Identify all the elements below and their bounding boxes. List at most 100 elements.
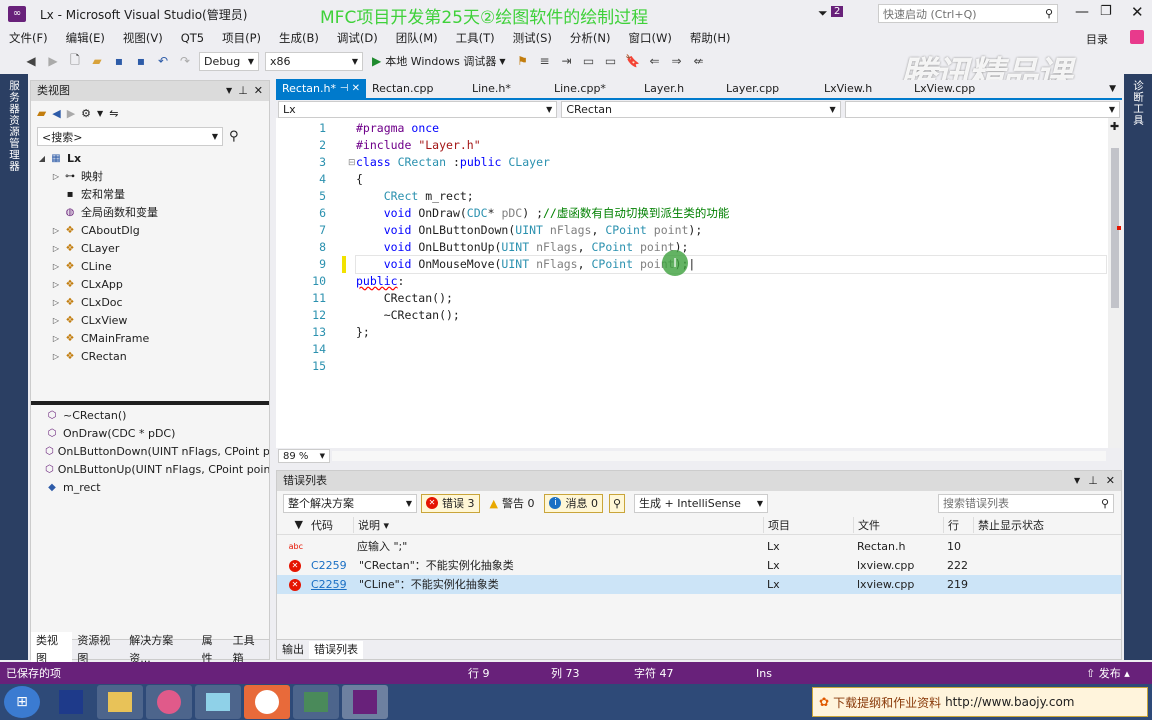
- tree-item[interactable]: ▷ ❖ CLxApp: [35, 276, 269, 294]
- start-button[interactable]: ⊞: [4, 686, 40, 718]
- new-folder-icon[interactable]: ▰: [37, 106, 46, 120]
- tree-item[interactable]: ▷ ❖ CMainFrame: [35, 330, 269, 348]
- close-button[interactable]: ✕: [1131, 3, 1144, 21]
- redo-icon[interactable]: ↷: [176, 51, 194, 71]
- menu-help[interactable]: 帮助(H): [681, 28, 740, 48]
- zoom-select[interactable]: 89 % ▼: [278, 449, 330, 463]
- tab-layer-h[interactable]: Layer.h: [638, 79, 720, 99]
- save-icon[interactable]: ▪: [110, 51, 128, 71]
- menu-team[interactable]: 团队(M): [387, 28, 447, 48]
- bookmark-clear-icon[interactable]: ⇍: [690, 51, 708, 71]
- new-project-icon[interactable]: 🗋: [66, 51, 84, 71]
- expand-icon[interactable]: ▷: [49, 348, 63, 366]
- expand-icon[interactable]: ▷: [49, 240, 63, 258]
- code-editor[interactable]: 1 2 3 4 5 6 7 8 9 10 11 12 13 14 15 ⊟ #p…: [276, 118, 1122, 464]
- expand-icon[interactable]: ▷: [49, 330, 63, 348]
- pin-icon[interactable]: ⊥: [238, 81, 248, 101]
- column-code[interactable]: 代码: [307, 517, 353, 533]
- column-line[interactable]: 行: [943, 516, 973, 533]
- open-icon[interactable]: ▰: [88, 51, 106, 71]
- comment-icon[interactable]: ▭: [580, 51, 598, 71]
- tab-error-list[interactable]: 错误列表: [309, 640, 363, 659]
- diagnostic-tools-tab[interactable]: 诊断工具: [1131, 80, 1146, 126]
- error-code-link[interactable]: C2259: [307, 575, 353, 594]
- taskbar-app-icon[interactable]: [48, 685, 94, 719]
- menu-file[interactable]: 文件(F): [0, 28, 57, 48]
- save-all-icon[interactable]: ▪: [132, 51, 150, 71]
- feedback-icon[interactable]: [1130, 30, 1144, 44]
- notification-badge[interactable]: 2: [831, 6, 844, 17]
- column-file[interactable]: 文件: [853, 516, 943, 533]
- server-explorer-tab[interactable]: 服务器资源管理器: [7, 80, 22, 172]
- filter-icon[interactable]: ⏷: [818, 6, 828, 21]
- code-area[interactable]: #pragma once #include "Layer.h" class CR…: [355, 120, 1107, 341]
- menu-edit[interactable]: 编辑(E): [57, 28, 114, 48]
- column-desc[interactable]: 说明 ▾: [353, 516, 763, 533]
- menu-test[interactable]: 测试(S): [504, 28, 561, 48]
- expand-icon[interactable]: ▷: [49, 222, 63, 240]
- menu-tools[interactable]: 工具(T): [447, 28, 504, 48]
- error-row-selected[interactable]: ✕ C2259 "CLine"：不能实例化抽象类 Lx lxview.cpp 2…: [277, 575, 1121, 594]
- minimize-button[interactable]: —: [1075, 4, 1089, 20]
- class-search-input[interactable]: <搜索> ▼: [37, 127, 223, 146]
- menu-debug[interactable]: 调试(D): [328, 28, 387, 48]
- pin-icon[interactable]: ⊣ ✕: [340, 79, 360, 99]
- outline-icon[interactable]: ≡: [536, 51, 554, 71]
- column-suppress[interactable]: 禁止显示状态: [973, 516, 1121, 533]
- tab-rectan-cpp[interactable]: Rectan.cpp: [366, 79, 466, 99]
- back-icon[interactable]: ◀: [22, 51, 40, 71]
- error-code-link[interactable]: C2259: [307, 556, 353, 575]
- error-row[interactable]: ✕ C2259 "CRectan"：不能实例化抽象类 Lx lxview.cpp…: [277, 556, 1121, 575]
- forward-icon[interactable]: ▶: [67, 107, 75, 120]
- tree-item[interactable]: ▪ 宏和常量: [35, 186, 269, 204]
- member-nav-select[interactable]: ▼: [844, 100, 1120, 118]
- tab-overflow-icon[interactable]: ▼: [1109, 84, 1122, 94]
- member-item[interactable]: ⬡ ~CRectan(): [31, 407, 269, 425]
- menu-analyze[interactable]: 分析(N): [561, 28, 620, 48]
- menu-qt5[interactable]: QT5: [172, 28, 213, 48]
- tree-item[interactable]: ▷ ❖ CLine: [35, 258, 269, 276]
- pin-icon[interactable]: ⊥: [1088, 471, 1098, 491]
- tab-line-cpp[interactable]: Line.cpp*: [548, 79, 638, 99]
- filter-icon[interactable]: ⚲: [608, 493, 626, 513]
- config-select[interactable]: Debug ▼: [199, 51, 259, 71]
- close-icon[interactable]: ✕: [254, 81, 263, 101]
- taskbar-vs-icon[interactable]: [342, 685, 388, 719]
- scope-select[interactable]: 整个解决方案 ▼: [283, 493, 417, 513]
- menu-window[interactable]: 窗口(W): [619, 28, 680, 48]
- column-project[interactable]: 项目: [763, 516, 853, 533]
- member-item[interactable]: ⬡OnLButtonDown(UINT nFlags, CPoint point…: [31, 443, 269, 461]
- tab-line-h[interactable]: Line.h*: [466, 79, 548, 99]
- splitter[interactable]: [31, 401, 269, 405]
- member-item[interactable]: ⬡ OnLButtonUp(UINT nFlags, CPoint point): [31, 461, 269, 479]
- error-row[interactable]: abc 应输入 ";" Lx Rectan.h 10: [277, 537, 1121, 556]
- tree-item[interactable]: ▷ ❖ CAboutDlg: [35, 222, 269, 240]
- close-icon[interactable]: ✕: [1106, 471, 1115, 491]
- tab-output[interactable]: 输出: [277, 641, 309, 659]
- search-icon[interactable]: ⚲: [1045, 7, 1053, 20]
- menu-view[interactable]: 视图(V): [114, 28, 172, 48]
- dropdown-icon[interactable]: ▼: [1074, 471, 1080, 491]
- bookmark-prev-icon[interactable]: ⇐: [646, 51, 664, 71]
- quick-launch-input[interactable]: 快速启动 (Ctrl+Q): [883, 6, 977, 22]
- collapse-icon[interactable]: ◢: [35, 150, 49, 168]
- dropdown-icon[interactable]: ▼: [226, 81, 232, 101]
- uncomment-icon[interactable]: ▭: [602, 51, 620, 71]
- back-icon[interactable]: ◀: [52, 107, 60, 120]
- platform-select[interactable]: x86 ▼: [265, 51, 363, 71]
- run-debugger-button[interactable]: ▶ 本地 Windows 调试器 ▼: [372, 53, 506, 69]
- error-search-input[interactable]: 搜索错误列表 ⚲: [938, 493, 1114, 513]
- undo-icon[interactable]: ↶: [154, 51, 172, 71]
- errors-filter-button[interactable]: ✕ 错误 3: [421, 493, 480, 513]
- menu-build[interactable]: 生成(B): [270, 28, 328, 48]
- tree-item[interactable]: ▷ ⊶ 映射: [35, 168, 269, 186]
- class-nav-select[interactable]: CRectan ▼: [561, 100, 841, 118]
- expand-icon[interactable]: ▷: [49, 294, 63, 312]
- sync-icon[interactable]: ⇋: [109, 107, 118, 120]
- split-icon[interactable]: ✚: [1110, 120, 1119, 133]
- tab-rectan-h[interactable]: Rectan.h* ⊣ ✕: [276, 79, 366, 99]
- taskbar-app-icon[interactable]: [195, 685, 241, 719]
- taskbar-app-icon[interactable]: [293, 685, 339, 719]
- forward-icon[interactable]: ▶: [44, 51, 62, 71]
- expand-icon[interactable]: ▷: [49, 168, 63, 186]
